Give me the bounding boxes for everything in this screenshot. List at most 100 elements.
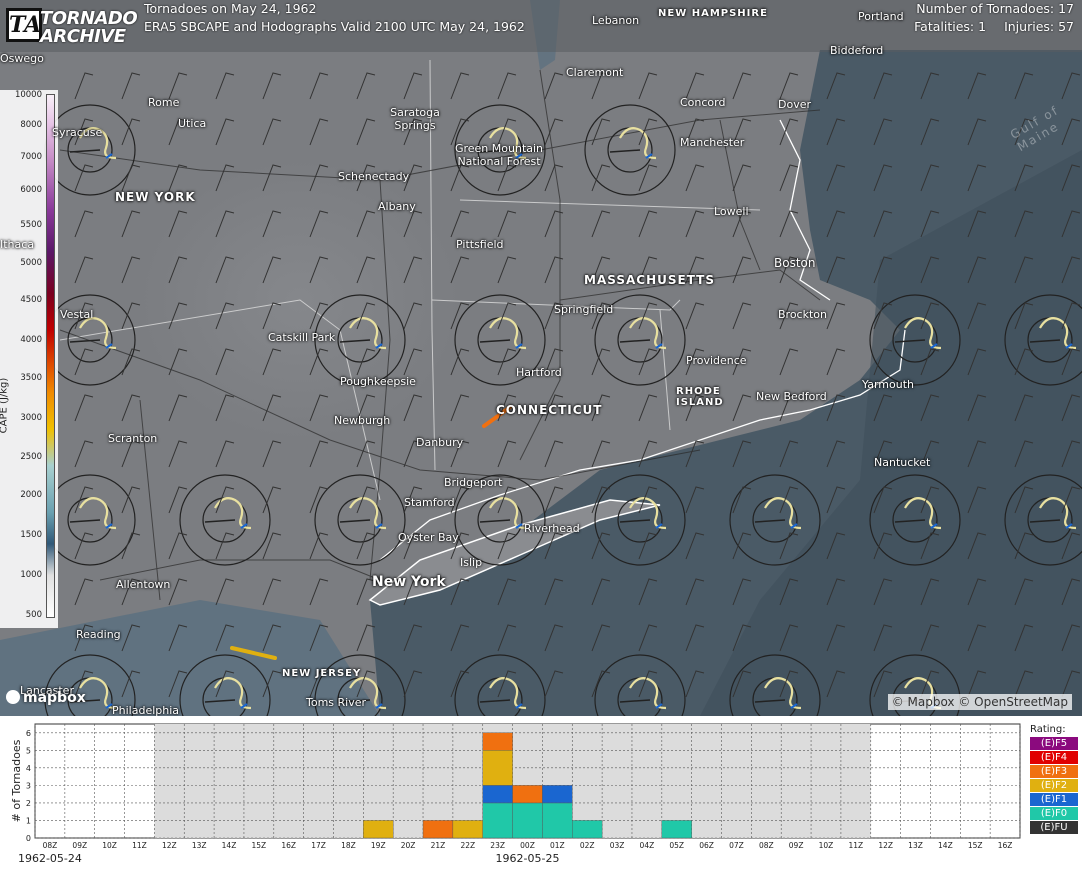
bar-segment	[363, 820, 394, 839]
bar-segment	[482, 785, 513, 804]
city-label: Toms River	[306, 696, 367, 709]
bar-segment	[512, 802, 543, 839]
bar-segment	[572, 820, 603, 839]
city-label: Danbury	[416, 436, 464, 449]
major-city-label: Boston	[774, 256, 816, 270]
colorbar-gradient	[46, 94, 55, 618]
x-tick-label: 12Z	[162, 841, 177, 850]
x-tick-label: 14Z	[938, 841, 953, 850]
bar-segment	[452, 820, 483, 839]
legend-item: (E)F2	[1030, 779, 1078, 792]
page-subtitle: ERA5 SBCAPE and Hodographs Valid 2100 UT…	[144, 19, 525, 34]
rating-legend: Rating: (E)F5 (E)F4 (E)F3 (E)F2 (E)F1 (E)F0 (E…	[1030, 724, 1078, 835]
city-label: Islip	[460, 556, 483, 569]
x-tick-label: 08Z	[759, 841, 774, 850]
colorbar-tick: 1000	[20, 570, 42, 580]
city-label: Providence	[686, 354, 747, 367]
city-label: Ithaca	[0, 238, 35, 251]
tornado-stats: Number of Tornadoes: 17 Fatalities: 1 Inj…	[914, 0, 1074, 36]
date-label: 1962-05-25	[496, 852, 560, 865]
city-label: Utica	[178, 117, 207, 130]
x-tick-label: 10Z	[102, 841, 117, 850]
x-tick-label: 11Z	[132, 841, 147, 850]
x-tick-label: 12Z	[878, 841, 893, 850]
map-attribution[interactable]: © Mapbox © OpenStreetMap	[887, 694, 1072, 710]
city-label: Nantucket	[874, 456, 931, 469]
x-tick-label: 18Z	[341, 841, 356, 850]
city-label: Bridgeport	[444, 476, 503, 489]
x-tick-label: 07Z	[729, 841, 744, 850]
legend-item: (E)F4	[1030, 751, 1078, 764]
tornado-timeline-chart: 0 1 2 3 4 5 6 08Z 09Z 10Z 11Z 12Z 13Z 14Z 15Z 16Z 17Z 18Z…	[0, 716, 1082, 870]
city-label: Philadelphia	[112, 704, 180, 716]
bar-segment	[482, 750, 513, 786]
state-label: CONNECTICUT	[496, 403, 603, 417]
tornado-archive-logo[interactable]: TA TORNADO ARCHIVE	[6, 6, 138, 47]
city-label: Dover	[778, 98, 811, 111]
x-tick-label: 05Z	[669, 841, 684, 850]
x-tick-label: 06Z	[699, 841, 714, 850]
city-label: Concord	[680, 96, 726, 109]
city-label: Oswego	[0, 52, 44, 65]
colorbar-tick: 8000	[20, 120, 42, 130]
bar-segment	[542, 785, 573, 804]
colorbar-tick: 1500	[20, 530, 42, 540]
y-tick-label: 2	[26, 799, 31, 808]
bar-segment	[661, 820, 692, 839]
x-tick-label: 16Z	[281, 841, 296, 850]
x-tick-label: 04Z	[640, 841, 655, 850]
y-tick-label: 3	[26, 781, 31, 790]
city-label: Claremont	[566, 66, 624, 79]
state-label: NEW YORK	[115, 190, 196, 204]
colorbar-tick: 3500	[20, 373, 42, 383]
bar-segment	[542, 802, 573, 839]
city-label: Schenectady	[338, 170, 410, 183]
x-tick-label: 02Z	[580, 841, 595, 850]
bar-segment	[482, 732, 513, 751]
city-label: Biddeford	[830, 44, 884, 57]
date-label: 1962-05-24	[18, 852, 82, 865]
city-label: New Bedford	[756, 390, 827, 403]
city-label: Green Mountain National Forest	[454, 142, 544, 168]
city-label: Newburgh	[334, 414, 391, 427]
x-tick-label: 01Z	[550, 841, 565, 850]
city-label: Springfield	[554, 303, 614, 316]
legend-item: (E)F5	[1030, 737, 1078, 750]
injuries-count: Injuries: 57	[1004, 19, 1074, 34]
city-label: Yarmouth	[862, 378, 914, 391]
x-tick-label: 20Z	[401, 841, 416, 850]
colorbar-tick: 4500	[20, 295, 42, 305]
x-tick-label: 23Z	[490, 841, 505, 850]
map-view[interactable]: TA TORNADO ARCHIVE Tornadoes on May 24, …	[0, 0, 1082, 716]
colorbar-tick: 6000	[20, 185, 42, 195]
bar-segment	[512, 785, 543, 804]
x-tick-label: 15Z	[968, 841, 983, 850]
colorbar-tick: 5500	[20, 220, 42, 230]
state-label: RHODE ISLAND	[676, 386, 724, 408]
city-label: Syracuse	[52, 126, 103, 139]
page-title: Tornadoes on May 24, 1962	[144, 1, 317, 16]
colorbar-tick: 2500	[20, 452, 42, 462]
x-tick-label: 08Z	[43, 841, 58, 850]
legend-item: (E)F3	[1030, 765, 1078, 778]
colorbar-tick: 5000	[20, 258, 42, 268]
x-tick-label: 10Z	[819, 841, 834, 850]
city-label: Saratoga Springs	[390, 106, 440, 132]
city-label: Scranton	[108, 432, 158, 445]
city-label: Rome	[148, 96, 180, 109]
city-label: Hartford	[516, 366, 562, 379]
mapbox-icon	[6, 690, 20, 704]
city-label: Allentown	[116, 578, 171, 591]
city-label: Brockton	[778, 308, 827, 321]
y-tick-label: 0	[26, 834, 31, 843]
x-tick-label: 21Z	[431, 841, 446, 850]
x-tick-label: 19Z	[371, 841, 386, 850]
mapbox-logo[interactable]: mapbox	[6, 690, 86, 706]
colorbar-tick: 500	[25, 610, 42, 620]
city-label: Lowell	[714, 205, 749, 218]
colorbar-tick: 10000	[14, 90, 42, 100]
city-label: Pittsfield	[456, 238, 504, 251]
city-label: Riverhead	[524, 522, 580, 535]
y-tick-label: 4	[26, 764, 31, 773]
legend-item: (E)F1	[1030, 793, 1078, 806]
